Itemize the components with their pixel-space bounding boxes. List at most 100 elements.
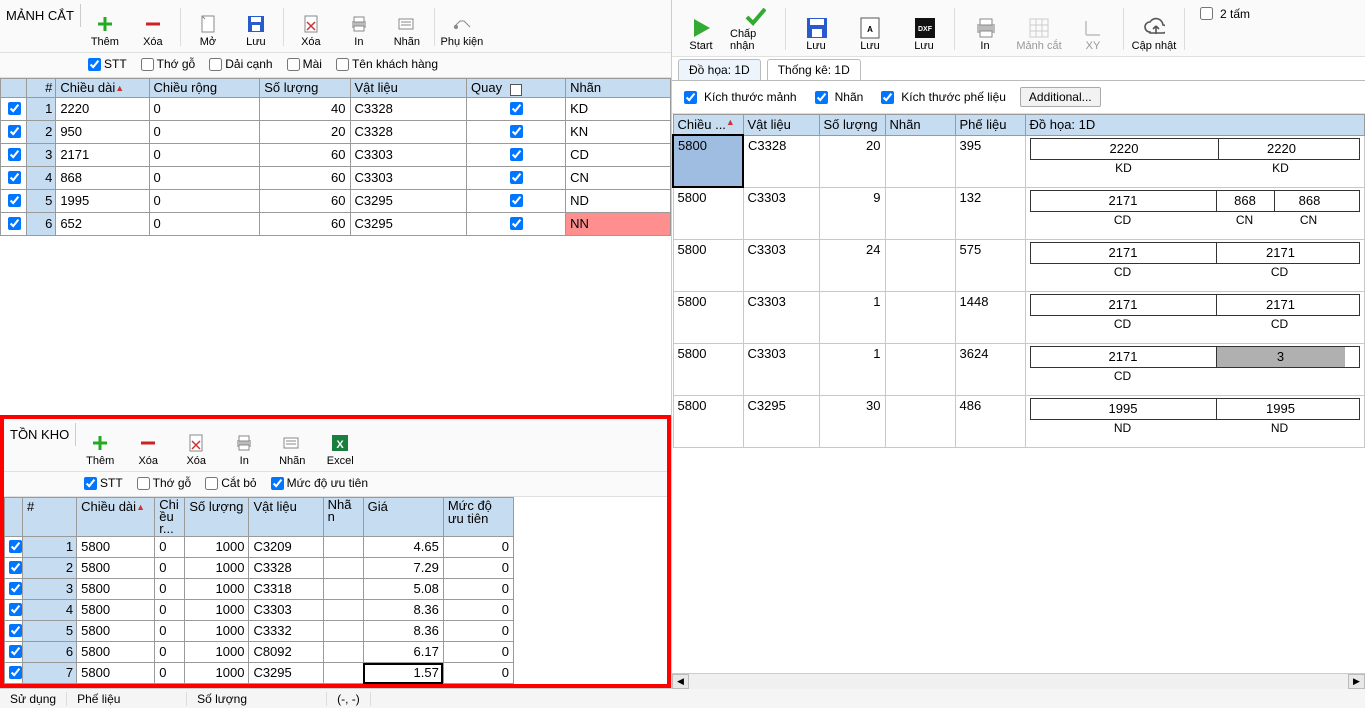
stock-label-button[interactable]: Nhãn	[268, 423, 316, 469]
accessories-button[interactable]: Phụ kiện	[438, 4, 486, 50]
save-button[interactable]: Lưu	[232, 4, 280, 50]
dai-canh-checkbox[interactable]: Dải cạnh	[209, 57, 272, 71]
result-row[interactable]: 5800C32953048619951995NDND	[673, 395, 1365, 447]
res-col-nhan[interactable]: Nhãn	[885, 115, 955, 136]
row-checkbox[interactable]	[8, 171, 21, 184]
row-checkbox[interactable]	[9, 645, 22, 658]
tab-stats-1d[interactable]: Thống kê: 1D	[767, 59, 861, 80]
nhan-checkbox[interactable]: Nhãn	[811, 88, 864, 107]
col-nhan[interactable]: Nhãn	[566, 79, 671, 98]
col-num[interactable]: #	[27, 79, 56, 98]
additional-button[interactable]: Additional...	[1020, 87, 1101, 107]
stock-col-chk[interactable]	[5, 498, 23, 537]
scroll-right-icon[interactable]: ▶	[1348, 674, 1365, 689]
mai-checkbox[interactable]: Mài	[287, 57, 322, 71]
table-row[interactable]: 7580001000C32951.570	[5, 663, 514, 684]
scroll-left-icon[interactable]: ◀	[672, 674, 689, 689]
kt-manh-checkbox[interactable]: Kích thước mảnh	[680, 88, 797, 107]
save-result-button[interactable]: Lưu	[789, 4, 843, 54]
stock-col-prio[interactable]: Mức độ ưu tiên	[443, 498, 513, 537]
stock-add-button[interactable]: Thêm	[76, 423, 124, 469]
stock-col-hash[interactable]: #	[23, 498, 77, 537]
row-checkbox[interactable]	[9, 582, 22, 595]
save-pdf-button[interactable]: ALưu	[843, 4, 897, 54]
open-button[interactable]: Mở	[184, 4, 232, 50]
stt-checkbox[interactable]: STT	[88, 57, 127, 71]
ten-kh-checkbox[interactable]: Tên khách hàng	[336, 57, 438, 71]
row-checkbox[interactable]	[8, 217, 21, 230]
stock-stt-checkbox[interactable]: STT	[84, 476, 123, 490]
row-checkbox[interactable]	[9, 603, 22, 616]
table-row[interactable]: 1580001000C32094.650	[5, 537, 514, 558]
table-row[interactable]: 6580001000C80926.170	[5, 642, 514, 663]
table-row[interactable]: 4580001000C33038.360	[5, 600, 514, 621]
stock-delete-button[interactable]: Xóa	[124, 423, 172, 469]
row-checkbox[interactable]	[9, 561, 22, 574]
quay-checkbox[interactable]	[510, 102, 523, 115]
stock-grid[interactable]: # Chiều dài▲ Chiều r... Số lượng Vật liệ…	[4, 497, 514, 684]
stock-print-button[interactable]: In	[220, 423, 268, 469]
col-hash[interactable]	[1, 79, 27, 98]
cut-grid[interactable]: # Chiều dài▲ Chiều rộng Số lượng Vật liệ…	[0, 78, 671, 236]
row-checkbox[interactable]	[9, 540, 22, 553]
result-h-scrollbar[interactable]: ◀ ▶	[672, 673, 1365, 688]
delete-button[interactable]: Xóa	[129, 4, 177, 50]
col-sl[interactable]: Số lượng	[260, 79, 350, 98]
col-quay[interactable]: Quay	[467, 79, 566, 98]
stock-col-gia[interactable]: Giá	[363, 498, 443, 537]
result-row[interactable]: 5800C330391322171868868CDCNCN	[673, 187, 1365, 239]
stock-prio-checkbox[interactable]: Mức độ ưu tiên	[271, 476, 368, 490]
update-button[interactable]: Cập nhật	[1127, 4, 1181, 54]
result-row[interactable]: 5800C33032457521712171CDCD	[673, 239, 1365, 291]
stock-delete2-button[interactable]: Xóa	[172, 423, 220, 469]
table-row[interactable]: 12220040C3328KD	[1, 98, 671, 121]
stock-col-vl[interactable]: Vật liệu	[249, 498, 323, 537]
start-button[interactable]: Start	[674, 4, 728, 54]
table-row[interactable]: 5580001000C33328.360	[5, 621, 514, 642]
table-row[interactable]: 3580001000C33185.080	[5, 579, 514, 600]
quay-checkbox[interactable]	[510, 125, 523, 138]
stock-col-nhan[interactable]: Nhãn	[323, 498, 363, 537]
label-button[interactable]: Nhãn	[383, 4, 431, 50]
save-dxf-button[interactable]: DXFLưu	[897, 4, 951, 54]
print-button[interactable]: In	[335, 4, 383, 50]
table-row[interactable]: 4868060C3303CN	[1, 167, 671, 190]
row-checkbox[interactable]	[8, 125, 21, 138]
stock-col-rong[interactable]: Chiều r...	[155, 498, 185, 537]
quay-checkbox[interactable]	[510, 148, 523, 161]
table-row[interactable]: 6652060C3295NN	[1, 213, 671, 236]
kt-phe-checkbox[interactable]: Kích thước phế liệu	[877, 88, 1006, 107]
col-dai[interactable]: Chiều dài▲	[56, 79, 149, 98]
table-row[interactable]: 32171060C3303CD	[1, 144, 671, 167]
print-result-button[interactable]: In	[958, 4, 1012, 54]
res-col-phe[interactable]: Phế liệu	[955, 115, 1025, 136]
quay-checkbox[interactable]	[510, 194, 523, 207]
result-row[interactable]: 5800C33031362421713CD	[673, 343, 1365, 395]
res-col-sl[interactable]: Số lượng	[819, 115, 885, 136]
stock-col-dai[interactable]: Chiều dài▲	[77, 498, 155, 537]
col-vl[interactable]: Vật liệu	[350, 79, 467, 98]
delete2-button[interactable]: Xóa	[287, 4, 335, 50]
two-panel-checkbox[interactable]: 2 tấm	[1196, 4, 1250, 23]
result-row[interactable]: 5800C33282039522202220KDKD	[673, 135, 1365, 187]
row-checkbox[interactable]	[9, 624, 22, 637]
res-col-vl[interactable]: Vật liệu	[743, 115, 819, 136]
result-grid[interactable]: Chiều ...▲ Vật liệu Số lượng Nhãn Phế li…	[672, 114, 1365, 448]
tab-graphic-1d[interactable]: Đồ họa: 1D	[678, 59, 761, 80]
row-checkbox[interactable]	[9, 666, 22, 679]
row-checkbox[interactable]	[8, 102, 21, 115]
accept-button[interactable]: Chấp nhận	[728, 4, 782, 54]
res-col-dai[interactable]: Chiều ...▲	[673, 115, 743, 136]
stock-excel-button[interactable]: XExcel	[316, 423, 364, 469]
stock-cat-bo-checkbox[interactable]: Cắt bỏ	[205, 476, 256, 490]
quay-checkbox[interactable]	[510, 217, 523, 230]
table-row[interactable]: 51995060C3295ND	[1, 190, 671, 213]
stock-tho-go-checkbox[interactable]: Thớ gỗ	[137, 476, 192, 490]
row-checkbox[interactable]	[8, 148, 21, 161]
table-row[interactable]: 2580001000C33287.290	[5, 558, 514, 579]
stock-col-sl[interactable]: Số lượng	[185, 498, 249, 537]
result-row[interactable]: 5800C33031144821712171CDCD	[673, 291, 1365, 343]
row-checkbox[interactable]	[8, 194, 21, 207]
quay-checkbox[interactable]	[510, 171, 523, 184]
add-button[interactable]: Thêm	[81, 4, 129, 50]
